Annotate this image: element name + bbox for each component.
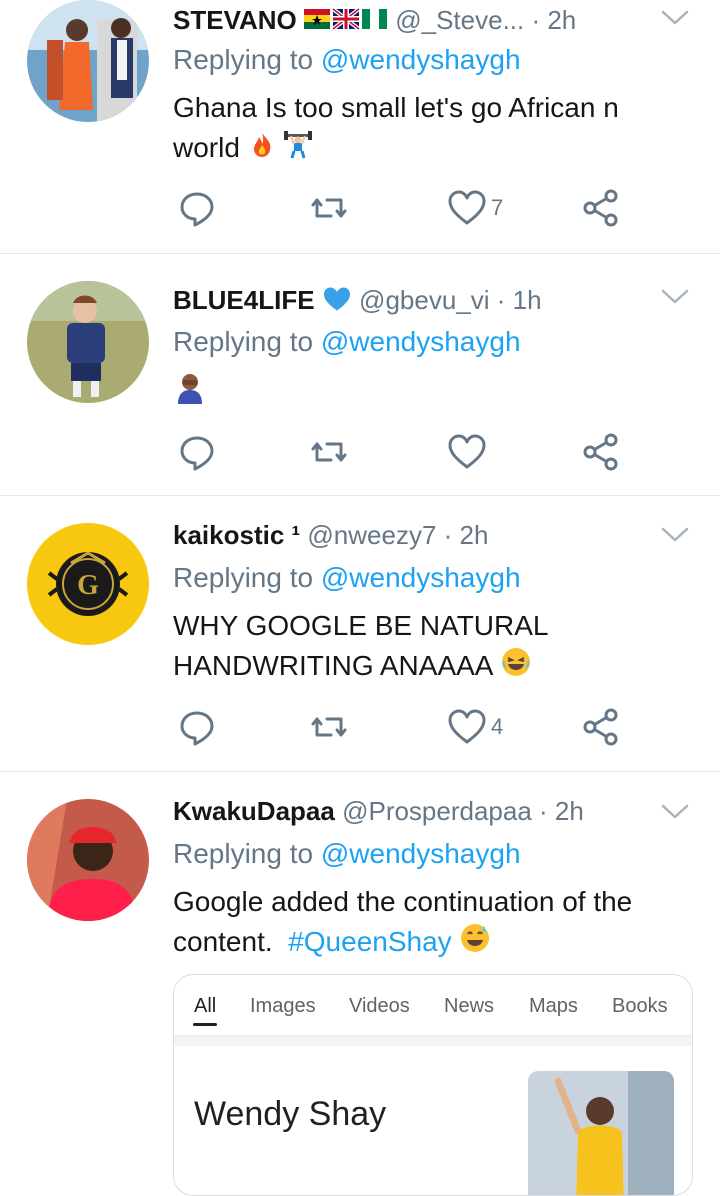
facepalm-emoji-icon [173, 370, 207, 415]
tab-videos[interactable]: Videos [349, 995, 410, 1018]
text-line-2: content. #QueenShay [173, 922, 693, 965]
tweet[interactable]: STEVANO @_Steve... · 2h Replying to @wen… [0, 0, 720, 254]
share-icon [581, 707, 621, 747]
retweet-icon [309, 188, 349, 228]
avatar[interactable] [27, 799, 149, 921]
tab-books[interactable]: Books [612, 995, 668, 1018]
reply-icon [177, 707, 217, 747]
text-line-content: HANDWRITING ANAAAA [173, 650, 492, 681]
tweet[interactable]: BLUE4LIFE @gbevu_vi · 1h Replying to @we… [0, 254, 720, 496]
avatar[interactable] [27, 0, 149, 122]
text-line-content: world [173, 132, 240, 163]
tweet-actions [173, 432, 653, 472]
blue-heart-emoji-icon [322, 286, 352, 319]
tweet-text: Google added the continuation of the con… [173, 882, 693, 965]
replying-prefix: Replying to [173, 326, 321, 357]
text-line: WHY GOOGLE BE NATURAL [173, 610, 549, 641]
text-line-2: world [173, 128, 693, 170]
reply-button[interactable] [177, 432, 217, 472]
display-name[interactable]: STEVANO [173, 5, 297, 35]
handle-time[interactable]: @_Steve... · 2h [395, 5, 576, 35]
share-button[interactable] [581, 188, 621, 228]
tweet-text: WHY GOOGLE BE NATURAL HANDWRITING ANAAAA [173, 606, 693, 689]
tab-maps[interactable]: Maps [529, 995, 578, 1018]
handle-time[interactable]: @gbevu_vi · 1h [359, 285, 542, 315]
replying-to: Replying to @wendyshaygh [173, 44, 521, 76]
display-name[interactable]: KwakuDapaa [173, 796, 335, 826]
tweet-header: KwakuDapaa @Prosperdapaa · 2h [173, 796, 584, 827]
reply-icon [177, 432, 217, 472]
replying-prefix: Replying to [173, 562, 321, 593]
share-icon [581, 432, 621, 472]
tweet-header: BLUE4LIFE @gbevu_vi · 1h [173, 285, 542, 319]
text-line-2: HANDWRITING ANAAAA [173, 646, 693, 689]
result-photo [528, 1071, 674, 1195]
mention-link[interactable]: @wendyshaygh [321, 44, 521, 75]
hashtag-link[interactable]: #QueenShay [288, 926, 451, 957]
like-icon [447, 432, 487, 472]
tweet-actions: 4 [173, 707, 653, 747]
mention-link[interactable]: @wendyshaygh [321, 562, 521, 593]
handle-time[interactable]: @nweezy7 · 2h [307, 520, 488, 550]
replying-to: Replying to @wendyshaygh [173, 562, 521, 594]
chevron-down-icon[interactable] [660, 525, 690, 545]
retweet-button[interactable] [309, 707, 349, 747]
chevron-down-icon[interactable] [660, 8, 690, 28]
mention-link[interactable]: @wendyshaygh [321, 326, 521, 357]
text-line: Google added the continuation of the [173, 886, 633, 917]
mention-link[interactable]: @wendyshaygh [321, 838, 521, 869]
active-tab-indicator [193, 1023, 217, 1026]
reply-button[interactable] [177, 188, 217, 228]
display-name[interactable]: kaikostic ¹ [173, 520, 300, 550]
retweet-icon [309, 432, 349, 472]
tweet-actions: 7 [173, 188, 653, 228]
replying-to: Replying to @wendyshaygh [173, 326, 521, 358]
text-line-content: content. [173, 926, 273, 957]
retweet-icon [309, 707, 349, 747]
avatar[interactable] [27, 281, 149, 403]
like-icon [447, 707, 487, 747]
tweet[interactable]: G kaikostic ¹ @nweezy7 · 2h Replying to … [0, 496, 720, 772]
weightlifter-emoji-icon [283, 129, 313, 170]
grinning-sweat-emoji-icon [459, 922, 491, 965]
chevron-down-icon[interactable] [660, 287, 690, 307]
reply-button[interactable] [177, 707, 217, 747]
share-button[interactable] [581, 707, 621, 747]
laughing-emoji-icon [500, 646, 532, 689]
handle-time[interactable]: @Prosperdapaa · 2h [342, 796, 584, 826]
like-count: 4 [491, 714, 504, 739]
svg-text:G: G [77, 570, 99, 601]
display-name[interactable]: BLUE4LIFE [173, 285, 315, 315]
share-button[interactable] [581, 432, 621, 472]
embedded-image-card[interactable]: All Images Videos News Maps Books Wendy … [173, 974, 693, 1196]
replying-prefix: Replying to [173, 838, 321, 869]
result-title: Wendy Shay [194, 1095, 387, 1133]
retweet-button[interactable] [309, 432, 349, 472]
like-icon [447, 188, 487, 228]
tab-all[interactable]: All [194, 995, 216, 1018]
avatar[interactable]: G [27, 523, 149, 645]
tab-images[interactable]: Images [250, 995, 316, 1018]
chevron-down-icon[interactable] [660, 802, 690, 822]
divider [174, 1036, 692, 1046]
replying-prefix: Replying to [173, 44, 321, 75]
text-line: Ghana Is too small let's go African n [173, 92, 619, 123]
reply-icon [177, 188, 217, 228]
flag-emojis [304, 7, 388, 38]
tweet-header: STEVANO @_Steve... · 2h [173, 5, 576, 38]
like-button[interactable] [447, 432, 487, 472]
like-button[interactable]: 4 [447, 707, 503, 747]
fire-emoji-icon [248, 130, 276, 170]
replying-to: Replying to @wendyshaygh [173, 838, 521, 870]
like-button[interactable]: 7 [447, 188, 503, 228]
retweet-button[interactable] [309, 188, 349, 228]
like-count: 7 [491, 195, 504, 220]
google-tabs: All Images Videos News Maps Books [174, 975, 692, 1036]
tweet-text: Ghana Is too small let's go African n wo… [173, 88, 693, 170]
tab-news[interactable]: News [444, 995, 494, 1018]
tweet-header: kaikostic ¹ @nweezy7 · 2h [173, 520, 488, 551]
share-icon [581, 188, 621, 228]
tweet-text [173, 370, 693, 415]
